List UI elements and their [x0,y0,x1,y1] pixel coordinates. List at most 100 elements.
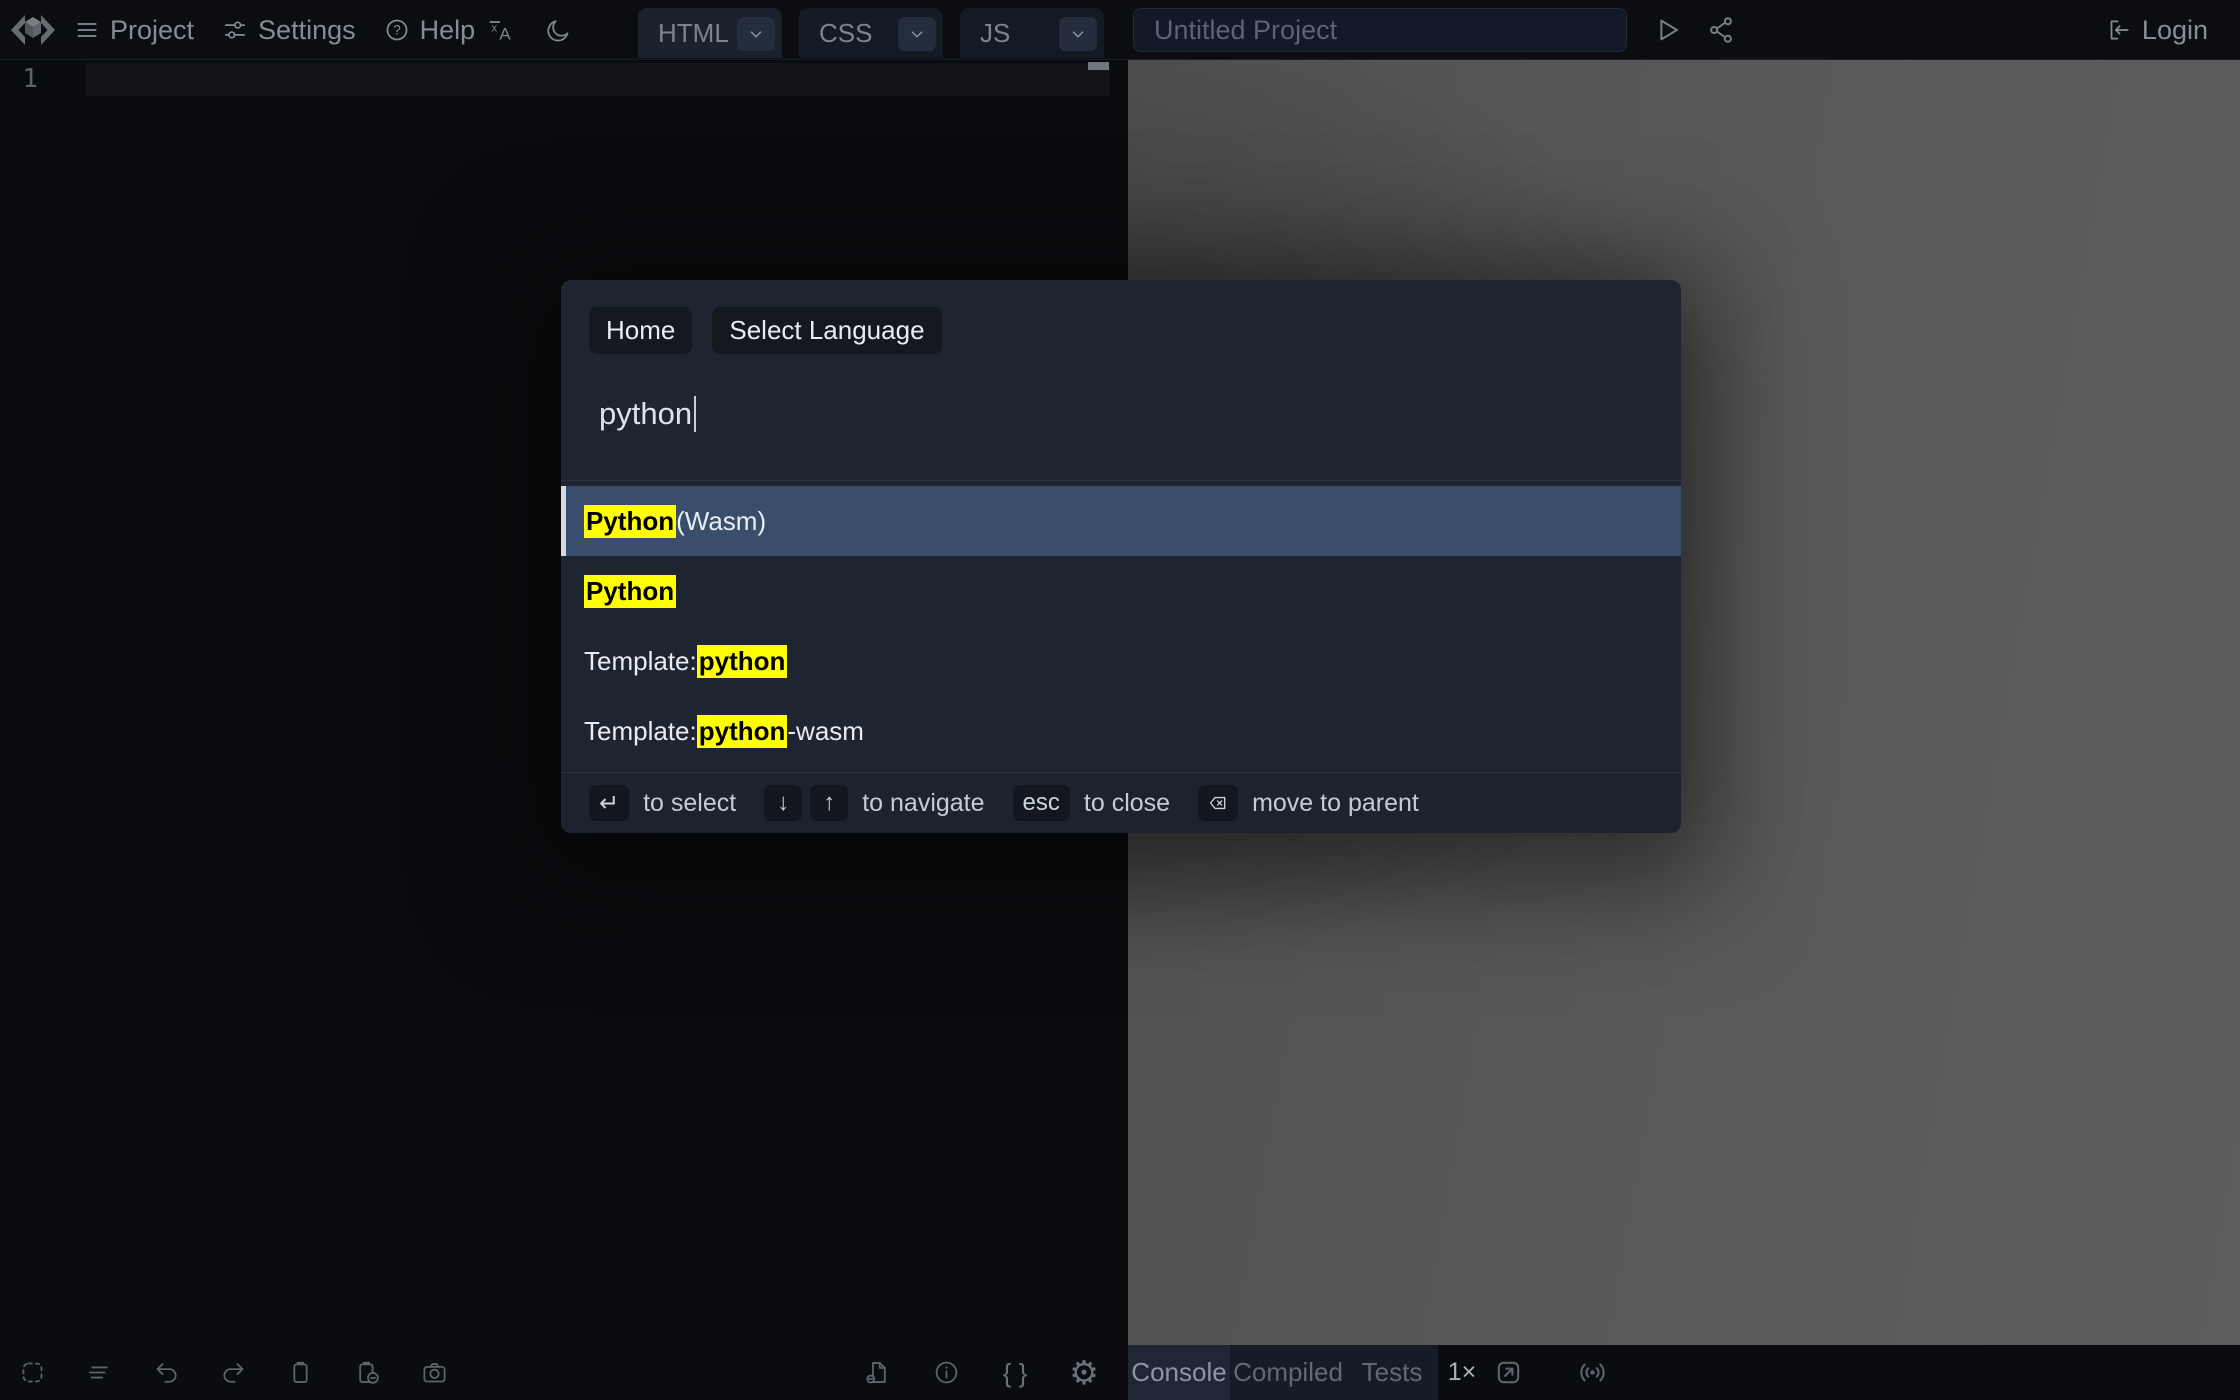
breadcrumb-select-language[interactable]: Select Language [712,307,942,354]
match-highlight: Python [584,504,677,538]
palette-results: Python (Wasm) Python Template: python Templ… [561,481,1681,766]
menu-help[interactable]: ? Help [384,14,476,46]
match-highlight: Python [584,574,677,608]
status-bar: { } ⚙ Console Compiled Tests 1× [0,1345,2240,1400]
editor-current-line [86,63,1110,96]
broadcast-button[interactable] [1569,1345,1615,1400]
screenshot-button[interactable] [411,1345,457,1400]
tab-label: HTML [658,17,729,48]
result-item[interactable]: Template: python -wasm [561,696,1681,766]
select-all-button[interactable] [9,1345,55,1400]
project-info-button[interactable] [923,1345,969,1400]
language-menu-button[interactable] [1059,17,1097,51]
tab-html[interactable]: HTML [638,8,782,58]
main-menus: Project Settings? Help [74,0,475,60]
top-toolbar: Project Settings? Help xA HTML CSS JS Login [0,0,2240,60]
login-label: Login [2141,14,2208,45]
result-tab-tests[interactable]: Tests [1346,1345,1438,1400]
panel-tools-group: { } ⚙ [854,1345,1107,1400]
translate-icon[interactable]: xA [487,17,514,44]
result-text: Template: [584,645,697,676]
key-chip: ↵ [589,785,630,821]
menu-settings[interactable]: Settings [222,15,356,46]
login-button[interactable]: Login [2105,0,2208,60]
key-chip: esc [1012,785,1070,821]
menu-label: Help [419,14,476,45]
hint-keys: esc [1012,785,1070,821]
app-logo-icon[interactable] [10,9,56,51]
zoom-level-button[interactable]: 1× [1436,1345,1488,1400]
palette-search-row[interactable]: python [599,396,1653,432]
result-item[interactable]: Python [561,556,1681,626]
run-icon[interactable] [1652,15,1682,45]
project-title-input[interactable] [1133,8,1627,52]
command-palette: Home Select Language python Python (Wasm)… [561,280,1681,833]
copy-button[interactable] [277,1345,323,1400]
editor-tabs: HTML CSS JS [638,8,1104,58]
key-chip: ↑ [810,785,849,821]
tab-css[interactable]: CSS [799,8,943,58]
language-menu-button[interactable] [737,17,775,51]
menu-project[interactable]: Project [74,15,194,46]
copy-snippet-icon [354,1359,381,1386]
hint-keys: ↓ ↑ [764,785,849,821]
svg-text:?: ? [393,23,401,38]
select-all-icon [19,1359,46,1386]
hint-label: to close [1083,788,1171,817]
result-tab-compiled[interactable]: Compiled [1230,1345,1346,1400]
format-icon [86,1359,113,1386]
tab-js[interactable]: JS [960,8,1104,58]
result-item[interactable]: Template: python [561,626,1681,696]
hint-keys: ↵ [589,785,630,821]
dark-mode-icon[interactable] [545,17,572,44]
tab-label: JS [980,17,1011,48]
copy-icon [287,1359,314,1386]
screenshot-icon [421,1359,448,1386]
match-highlight: python [696,644,788,678]
svg-text:x: x [492,22,498,34]
livecodes-app: ProjectSettings?Help xA HTMLCSSJS Login … [0,0,2240,1400]
redo-button[interactable] [210,1345,256,1400]
text-cursor [694,396,697,432]
tab-label: CSS [819,17,873,48]
result-text: -wasm [787,715,864,746]
result-text: Template: [584,715,697,746]
run-share-group [1652,0,1736,60]
editor-scrollbar-thumb[interactable] [1088,62,1109,70]
external-resources-icon [864,1359,891,1386]
help-icon: ? [384,17,410,43]
result-tools-group [1485,1345,1615,1400]
share-icon[interactable] [1706,15,1736,45]
result-text: (Wasm) [676,505,767,536]
palette-hints-footer: ↵ to select ↓ ↑ to navigate esc to close move t… [561,772,1681,833]
editor-settings-icon: ⚙ [1069,1354,1099,1391]
keyboard-hint: ↓ ↑ to navigate [764,785,985,821]
open-in-new-window-button[interactable] [1485,1345,1531,1400]
breadcrumb-home[interactable]: Home [589,307,693,354]
custom-settings-icon: { } [1002,1357,1028,1388]
palette-header: Home Select Language python [561,280,1681,481]
keyboard-hint: esc to close [1012,785,1171,821]
undo-button[interactable] [143,1345,189,1400]
format-button[interactable] [76,1345,122,1400]
external-resources-button[interactable] [854,1345,900,1400]
svg-text:A: A [499,24,511,43]
chevron-down-icon [745,23,767,45]
toolbar-quick-icons: xA [487,0,572,60]
result-item[interactable]: Python (Wasm) [561,486,1681,556]
match-highlight: python [696,714,788,748]
editor-tools-group [9,1345,457,1400]
language-search-input[interactable]: python [599,396,692,432]
language-menu-button[interactable] [898,17,936,51]
custom-settings-button[interactable]: { } [992,1345,1038,1400]
redo-icon [220,1359,247,1386]
hint-keys [1198,785,1239,821]
editor-settings-button[interactable]: ⚙ [1061,1345,1107,1400]
hint-label: move to parent [1252,788,1419,817]
broadcast-icon [1577,1357,1608,1388]
hamburger-icon [74,17,100,43]
keyboard-hint: ↵ to select [589,785,736,821]
palette-breadcrumbs: Home Select Language [589,307,1653,354]
result-tab-console[interactable]: Console [1128,1345,1230,1400]
copy-snippet-button[interactable] [344,1345,390,1400]
